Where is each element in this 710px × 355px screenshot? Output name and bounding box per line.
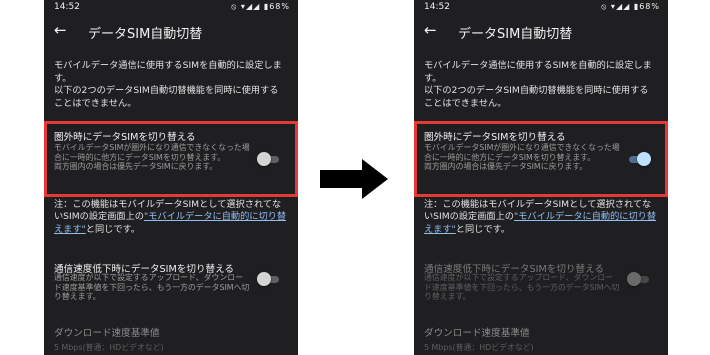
status-time: 14:52 (54, 2, 80, 12)
back-arrow-icon[interactable]: ← (54, 21, 67, 39)
app-bar: ← データSIM自動切替 (44, 17, 298, 47)
out-of-range-switch-row[interactable]: 圏外時にデータSIMを切り替える モバイルデータSIMが圏外になり通信できなくな… (414, 121, 668, 197)
status-bar: 14:52 ⦸ ▾◢◢ ▮68% (54, 1, 290, 15)
download-threshold-value: 5 Mbps(普通：HDビデオなど) (54, 343, 164, 352)
out-of-range-switch-title: 圏外時にデータSIMを切り替える (424, 132, 566, 143)
status-icons: ⦸ ▾◢◢ ▮68% (231, 2, 290, 12)
phone-screen-after: 14:52 ⦸ ▾◢◢ ▮68% ← データSIM自動切替 モバイルデータ通信に… (414, 0, 668, 355)
out-of-range-toggle[interactable] (257, 152, 281, 166)
toggle-thumb (257, 272, 271, 286)
page-title: データSIM自動切替 (458, 27, 573, 42)
battery-icon: ▮68% (633, 2, 660, 11)
low-speed-switch-description: 通信速度が以下で設定するアップロード、ダウンロード速度基準値を下回ったら、もう一… (424, 273, 620, 302)
low-speed-switch-description: 通信速度が以下で設定するアップロード、ダウンロード速度基準値を下回ったら、もう一… (54, 273, 250, 302)
page-title: データSIM自動切替 (88, 27, 203, 42)
note-suffix: と同じです。 (85, 223, 141, 235)
toggle-thumb (627, 272, 641, 286)
app-bar: ← データSIM自動切替 (414, 17, 668, 47)
note-suffix: と同じです。 (455, 223, 511, 235)
note-text: 注：この機能はモバイルデータSIMとして選択されてないSIMの設定画面上の"モバ… (54, 199, 290, 236)
status-bar: 14:52 ⦸ ▾◢◢ ▮68% (424, 1, 660, 15)
battery-icon: ▮68% (263, 2, 290, 11)
signal-wifi-icons: ⦸ ▾◢◢ (601, 2, 631, 11)
download-threshold-title: ダウンロード速度基準値 (424, 328, 530, 339)
download-threshold-title: ダウンロード速度基準値 (54, 328, 160, 339)
out-of-range-toggle[interactable] (627, 152, 651, 166)
low-speed-switch-row: 通信速度低下時にデータSIMを切り替える 通信速度が以下で設定するアップロード、… (414, 258, 668, 318)
low-speed-switch-row[interactable]: 通信速度低下時にデータSIMを切り替える 通信速度が以下で設定するアップロード、… (44, 258, 298, 318)
right-arrow-icon (320, 159, 388, 199)
out-of-range-switch-title: 圏外時にデータSIMを切り替える (54, 132, 196, 143)
low-speed-toggle[interactable] (257, 272, 281, 286)
status-icons: ⦸ ▾◢◢ ▮68% (601, 2, 660, 12)
status-time: 14:52 (424, 2, 450, 12)
toggle-thumb (257, 152, 271, 166)
out-of-range-switch-description: モバイルデータSIMが圏外になり通信できなくなった場合に一時的に他方にデータSI… (424, 143, 620, 172)
out-of-range-switch-row[interactable]: 圏外時にデータSIMを切り替える モバイルデータSIMが圏外になり通信できなくな… (44, 121, 298, 197)
download-threshold-row: ダウンロード速度基準値 5 Mbps(普通：HDビデオなど) (424, 325, 660, 353)
note-text: 注：この機能はモバイルデータSIMとして選択されてないSIMの設定画面上の"モバ… (424, 199, 660, 236)
download-threshold-value: 5 Mbps(普通：HDビデオなど) (424, 343, 534, 352)
out-of-range-switch-description: モバイルデータSIMが圏外になり通信できなくなった場合に一時的に他方にデータSI… (54, 143, 250, 172)
low-speed-toggle (627, 272, 651, 286)
back-arrow-icon[interactable]: ← (424, 21, 437, 39)
page-description: モバイルデータ通信に使用するSIMを自動的に設定します。 以下の2つのデータSI… (424, 60, 652, 109)
download-threshold-row[interactable]: ダウンロード速度基準値 5 Mbps(普通：HDビデオなど) (54, 325, 290, 353)
phone-screen-before: 14:52 ⦸ ▾◢◢ ▮68% ← データSIM自動切替 モバイルデータ通信に… (44, 0, 298, 355)
page-description: モバイルデータ通信に使用するSIMを自動的に設定します。 以下の2つのデータSI… (54, 60, 282, 109)
signal-wifi-icons: ⦸ ▾◢◢ (231, 2, 261, 11)
toggle-thumb (637, 152, 651, 166)
